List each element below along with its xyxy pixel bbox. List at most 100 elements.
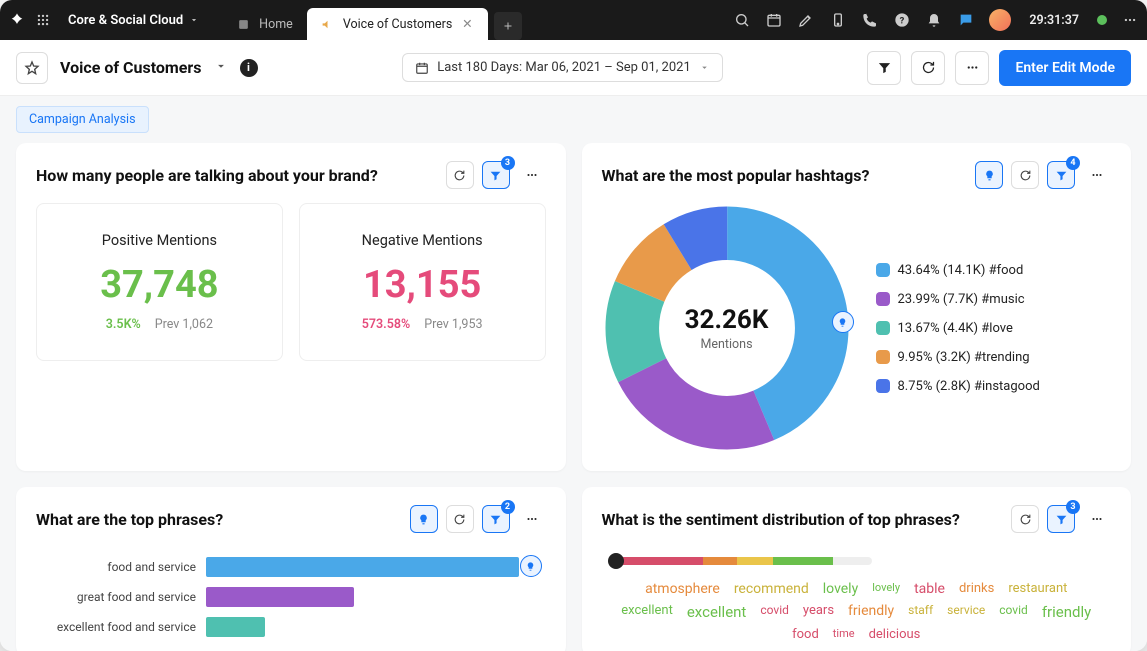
- more-button[interactable]: [1083, 505, 1111, 533]
- legend-swatch: [876, 379, 890, 393]
- refresh-button[interactable]: [446, 505, 474, 533]
- card-title: What is the sentiment distribution of to…: [602, 510, 960, 529]
- cloud-word[interactable]: staff: [908, 603, 933, 621]
- phrases-card: What are the top phrases? 2 food and ser…: [16, 487, 566, 651]
- mentions-card: How many people are talking about your b…: [16, 143, 566, 471]
- legend-item[interactable]: 23.99% (7.7K) #music: [876, 292, 1040, 307]
- legend-swatch: [876, 350, 890, 364]
- cloud-word[interactable]: covid: [999, 603, 1028, 621]
- search-icon[interactable]: [733, 11, 751, 29]
- cloud-word[interactable]: excellent: [687, 603, 747, 621]
- word-cloud[interactable]: atmosphere recommend lovely lovely table drin…: [606, 581, 1108, 642]
- refresh-button[interactable]: [1011, 505, 1039, 533]
- sound-icon: [321, 17, 335, 31]
- filter-badge: 3: [1066, 500, 1080, 514]
- cloud-word[interactable]: atmosphere: [645, 581, 720, 597]
- positive-mentions-metric[interactable]: Positive Mentions 37,748 3.5K% Prev 1,06…: [36, 203, 283, 361]
- phrase-row[interactable]: excellent food and service: [46, 617, 536, 637]
- device-icon[interactable]: [829, 11, 847, 29]
- calendar-icon[interactable]: [765, 11, 783, 29]
- legend-swatch: [876, 263, 890, 277]
- insight-button[interactable]: [975, 161, 1003, 189]
- cloud-word[interactable]: recommend: [734, 581, 809, 597]
- date-range-picker[interactable]: Last 180 Days: Mar 06, 2021 – Sep 01, 20…: [402, 53, 723, 82]
- cloud-word[interactable]: lovely: [872, 581, 900, 597]
- legend-label: 23.99% (7.7K) #music: [898, 292, 1025, 307]
- refresh-button[interactable]: [446, 161, 474, 189]
- more-button[interactable]: [518, 161, 546, 189]
- sentiment-slider[interactable]: [612, 557, 872, 565]
- cloud-word[interactable]: covid: [760, 603, 789, 621]
- info-icon[interactable]: i: [240, 59, 258, 77]
- cloud-word[interactable]: delicious: [869, 627, 921, 642]
- phrase-bar-chart[interactable]: food and service great food and service ex…: [36, 547, 546, 637]
- tab-voice-of-customers[interactable]: Voice of Customers ✕: [307, 8, 489, 40]
- legend-label: 8.75% (2.8K) #instagood: [898, 379, 1040, 394]
- add-tab-button[interactable]: [494, 12, 522, 40]
- phrase-row[interactable]: great food and service: [46, 587, 536, 607]
- cloud-word[interactable]: years: [803, 603, 834, 621]
- bell-icon[interactable]: [925, 11, 943, 29]
- donut-sub: Mentions: [685, 337, 769, 352]
- chevron-down-icon: [699, 62, 710, 73]
- cloud-word[interactable]: table: [914, 581, 945, 597]
- legend-swatch: [876, 292, 890, 306]
- negative-mentions-metric[interactable]: Negative Mentions 13,155 573.58% Prev 1,…: [299, 203, 546, 361]
- campaign-analysis-chip[interactable]: Campaign Analysis: [16, 106, 149, 133]
- app-switcher-icon[interactable]: [34, 11, 52, 29]
- tab-label: Voice of Customers: [343, 17, 453, 32]
- help-icon[interactable]: ?: [893, 11, 911, 29]
- filter-button[interactable]: 4: [1047, 161, 1075, 189]
- favorite-button[interactable]: [16, 52, 48, 84]
- cloud-word[interactable]: excellent: [621, 603, 673, 621]
- refresh-button[interactable]: [911, 51, 945, 85]
- more-button[interactable]: [518, 505, 546, 533]
- legend-item[interactable]: 8.75% (2.8K) #instagood: [876, 379, 1040, 394]
- filter-button[interactable]: [867, 51, 901, 85]
- filter-button[interactable]: 3: [1047, 505, 1075, 533]
- page-dropdown[interactable]: [214, 58, 228, 77]
- cloud-word[interactable]: service: [947, 603, 985, 621]
- legend-item[interactable]: 43.64% (14.1K) #food: [876, 263, 1040, 278]
- close-icon[interactable]: ✕: [460, 17, 474, 31]
- slider-knob[interactable]: [608, 553, 624, 569]
- hashtags-card: What are the most popular hashtags? 4: [582, 143, 1132, 471]
- cloud-word[interactable]: drinks: [959, 581, 994, 597]
- phrase-row[interactable]: food and service: [46, 557, 536, 577]
- metric-label: Negative Mentions: [316, 232, 529, 249]
- more-button[interactable]: [1083, 161, 1111, 189]
- chat-icon[interactable]: [957, 11, 975, 29]
- filter-button[interactable]: 2: [482, 505, 510, 533]
- refresh-button[interactable]: [1011, 161, 1039, 189]
- insight-pin-icon[interactable]: [832, 311, 854, 333]
- phone-icon[interactable]: [861, 11, 879, 29]
- cloud-word[interactable]: friendly: [1042, 603, 1091, 621]
- phrase-label: great food and service: [46, 590, 196, 604]
- workspace-selector[interactable]: Core & Social Cloud: [60, 13, 207, 28]
- sentiment-card: What is the sentiment distribution of to…: [582, 487, 1132, 651]
- more-button[interactable]: [955, 51, 989, 85]
- cloud-word[interactable]: friendly: [848, 603, 894, 621]
- metric-delta: 3.5K%: [106, 317, 141, 332]
- cloud-word[interactable]: restaurant: [1008, 581, 1067, 597]
- cloud-word[interactable]: food: [792, 627, 819, 642]
- sub-bar: Campaign Analysis: [0, 96, 1147, 143]
- enter-edit-mode-button[interactable]: Enter Edit Mode: [999, 50, 1131, 86]
- edit-icon[interactable]: [797, 11, 815, 29]
- more-icon[interactable]: [1121, 11, 1139, 29]
- card-title: What are the most popular hashtags?: [602, 166, 870, 185]
- avatar[interactable]: [989, 9, 1011, 31]
- insight-button[interactable]: [410, 505, 438, 533]
- tab-home[interactable]: Home: [223, 8, 307, 40]
- cloud-word[interactable]: time: [833, 627, 855, 642]
- donut-chart[interactable]: 32.26K Mentions: [602, 203, 852, 453]
- brand-logo-icon[interactable]: [8, 11, 26, 29]
- filter-button[interactable]: 3: [482, 161, 510, 189]
- legend-item[interactable]: 13.67% (4.4K) #love: [876, 321, 1040, 336]
- workspace-name: Core & Social Cloud: [68, 13, 183, 28]
- metric-prev: Prev 1,953: [424, 317, 482, 332]
- legend-item[interactable]: 9.95% (3.2K) #trending: [876, 350, 1040, 365]
- phrase-bar: [206, 617, 265, 637]
- cloud-word[interactable]: lovely: [823, 581, 858, 597]
- chevron-down-icon: [189, 15, 199, 25]
